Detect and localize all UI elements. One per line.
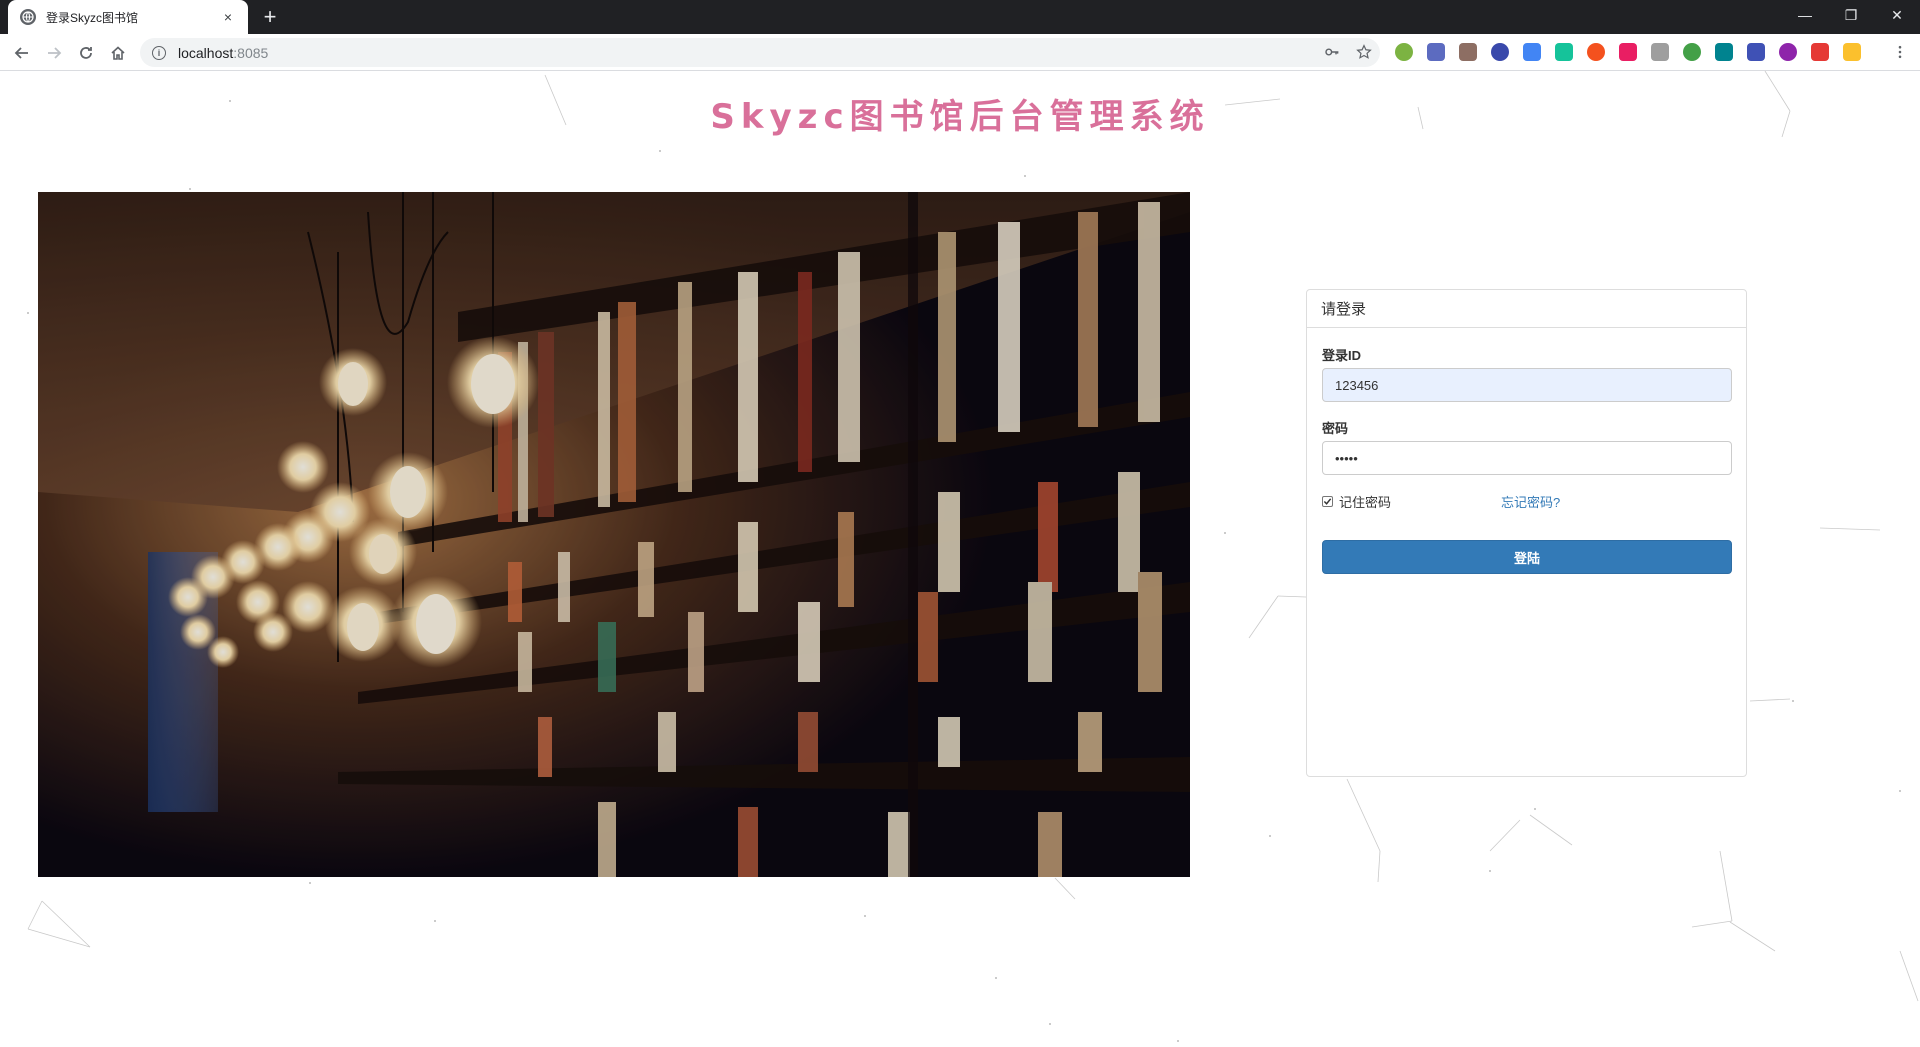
extension-icon[interactable]: [1683, 43, 1701, 61]
library-bookshelf-image: [38, 192, 1190, 877]
browser-tab-strip: 登录Skyzc图书馆 × + — ❐ ✕: [0, 0, 1920, 34]
login-button[interactable]: 登陆: [1322, 540, 1732, 574]
extension-icon[interactable]: [1619, 43, 1637, 61]
browser-tab[interactable]: 登录Skyzc图书馆 ×: [8, 0, 248, 34]
checkmark-icon: [1323, 498, 1332, 505]
login-panel: 请登录 登录ID 密码 记住密码 忘记密码? 登陆: [1306, 289, 1747, 777]
extension-icon[interactable]: [1811, 43, 1829, 61]
page-body: Skyzc图书馆后台管理系统 请登录 登录ID 123456 密码 ••••• …: [0, 71, 1920, 1047]
extension-icon[interactable]: [1651, 43, 1669, 61]
home-button[interactable]: [105, 40, 131, 66]
extension-icon[interactable]: [1459, 43, 1477, 61]
forward-button[interactable]: [41, 40, 67, 66]
globe-icon: [20, 9, 36, 25]
restore-button[interactable]: ❐: [1828, 0, 1874, 30]
extension-icon[interactable]: [1427, 43, 1445, 61]
extension-icon[interactable]: [1491, 43, 1509, 61]
extension-icon[interactable]: [1395, 43, 1413, 61]
star-icon[interactable]: [1354, 42, 1374, 62]
login-id-input[interactable]: [1322, 368, 1732, 402]
extension-icon[interactable]: [1779, 43, 1797, 61]
remember-password[interactable]: 记住密码: [1322, 492, 1391, 511]
close-window-button[interactable]: ✕: [1874, 0, 1920, 30]
new-tab-button[interactable]: +: [258, 6, 282, 30]
reload-icon: [80, 47, 92, 59]
login-id-label: 登录ID: [1322, 348, 1362, 363]
tab-title: 登录Skyzc图书馆: [46, 10, 139, 25]
extension-icon[interactable]: [1587, 43, 1605, 61]
home-icon: [111, 46, 125, 60]
key-icon[interactable]: [1322, 42, 1342, 62]
arrow-left-icon: [14, 47, 28, 59]
forgot-password-link[interactable]: 忘记密码?: [1501, 492, 1560, 511]
extension-icon[interactable]: [1523, 43, 1541, 61]
arrow-right-icon: [48, 47, 62, 59]
minimize-button[interactable]: —: [1782, 0, 1828, 30]
back-button[interactable]: [9, 40, 35, 66]
password-input[interactable]: [1322, 441, 1732, 475]
login-heading: 请登录: [1307, 290, 1746, 328]
password-label: 密码: [1322, 421, 1349, 436]
extension-icon[interactable]: [1555, 43, 1573, 61]
info-icon[interactable]: i: [152, 45, 166, 60]
remember-checkbox[interactable]: [1322, 496, 1333, 507]
extension-icon[interactable]: [1747, 43, 1765, 61]
remember-label: 记住密码: [1339, 495, 1392, 510]
reload-button[interactable]: [73, 40, 99, 66]
url-port: :8085: [233, 44, 269, 61]
extension-icon[interactable]: [1843, 43, 1861, 61]
address-bar[interactable]: i localhost:8085: [140, 38, 1380, 67]
page-title: Skyzc图书馆后台管理系统: [710, 97, 1210, 137]
extension-icon[interactable]: [1715, 43, 1733, 61]
url-host: localhost: [178, 44, 234, 61]
close-tab-icon[interactable]: ×: [220, 9, 236, 25]
menu-icon[interactable]: [1890, 42, 1910, 62]
